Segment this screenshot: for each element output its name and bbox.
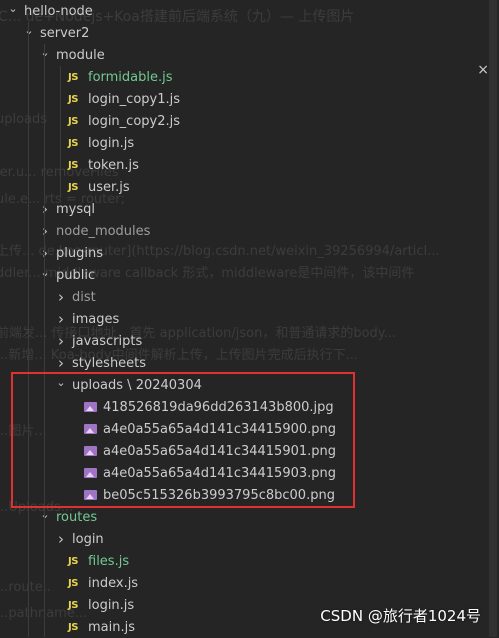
tree-folder[interactable]: ⌄ module [0,44,499,66]
chevron-down-icon[interactable]: ⌄ [38,46,52,59]
chevron-right-icon[interactable]: › [54,332,68,350]
tree-file[interactable]: JS login_copy1.js [0,88,499,110]
tree-item-label: login_copy2.js [88,113,181,129]
tree-folder[interactable]: ⌄ routes [0,506,499,528]
tree-folder[interactable]: › node_modules [0,220,499,242]
csdn-watermark: CSDN @旅行者1024号 [320,607,481,625]
tree-item-label: routes [56,509,98,525]
tree-item-label: token.js [88,157,139,173]
tree-file[interactable]: JS files.js [0,550,499,572]
tree-item-label: files.js [88,553,130,569]
tree-item-label: server2 [40,25,90,41]
tree-file[interactable]: JS formidable.js [0,66,499,88]
chevron-down-icon[interactable]: ⌄ [38,508,52,521]
javascript-file-icon: JS [68,115,78,127]
chevron-right-icon[interactable]: › [54,530,68,548]
tree-file[interactable]: JS token.js [0,154,499,176]
chevron-down-icon[interactable]: ⌄ [22,24,36,37]
chevron-down-icon[interactable]: ⌄ [6,2,20,15]
tree-item-label: dist [72,289,96,305]
tree-item-label: user.js [88,179,130,195]
indent-guide [44,44,45,637]
javascript-file-icon: JS [68,621,78,633]
tree-item-label: images [72,311,120,327]
javascript-file-icon: JS [68,181,78,193]
indent-guide [60,66,61,198]
tree-folder[interactable]: › stylesheets [0,352,499,374]
javascript-file-icon: JS [68,71,78,83]
javascript-file-icon: JS [68,555,78,567]
tree-folder[interactable]: › javascripts [0,330,499,352]
tree-item-label: mysql [56,201,95,217]
tree-folder[interactable]: › images [0,308,499,330]
tree-item-label: module [56,47,105,63]
chevron-right-icon[interactable]: › [38,200,52,218]
tree-item-label: formidable.js [88,69,173,85]
tree-item-label: index.js [88,575,139,591]
tree-folder[interactable]: ⌄ server2 [0,22,499,44]
tree-folder[interactable]: › mysql [0,198,499,220]
uploads-highlight-box [11,372,355,508]
chevron-right-icon[interactable]: › [54,310,68,328]
tree-folder[interactable]: ⌄ hello-node [0,0,499,22]
tree-file[interactable]: JS index.js [0,572,499,594]
tree-item-label: plugins [56,245,103,261]
tree-folder[interactable]: › plugins [0,242,499,264]
tree-item-label: public [56,267,96,283]
javascript-file-icon: JS [68,159,78,171]
chevron-right-icon[interactable]: › [38,222,52,240]
indent-guide [28,22,29,637]
tree-item-label: node_modules [56,223,151,239]
javascript-file-icon: JS [68,599,78,611]
tree-file[interactable]: JS login.js [0,132,499,154]
chevron-right-icon[interactable]: › [38,244,52,262]
close-icon[interactable]: × [477,62,489,78]
tree-folder[interactable]: ⌄ public [0,264,499,286]
tree-item-label: login.js [88,135,135,151]
tree-item-label: main.js [88,619,135,635]
tree-file[interactable]: JS login_copy2.js [0,110,499,132]
tree-item-label: login.js [88,597,135,613]
javascript-file-icon: JS [68,137,78,149]
explorer-scrollbar[interactable] [489,0,497,637]
tree-item-label: javascripts [72,333,143,349]
chevron-right-icon[interactable]: › [54,288,68,306]
javascript-file-icon: JS [68,93,78,105]
tree-item-label: hello-node [24,3,93,19]
tree-item-label: login_copy1.js [88,91,181,107]
tree-item-label: login [72,531,104,547]
chevron-right-icon[interactable]: › [54,354,68,372]
tree-folder[interactable]: › dist [0,286,499,308]
chevron-down-icon[interactable]: ⌄ [38,266,52,279]
javascript-file-icon: JS [68,577,78,589]
tree-item-label: stylesheets [72,355,147,371]
tree-folder[interactable]: › login [0,528,499,550]
tree-file[interactable]: JS user.js [0,176,499,198]
